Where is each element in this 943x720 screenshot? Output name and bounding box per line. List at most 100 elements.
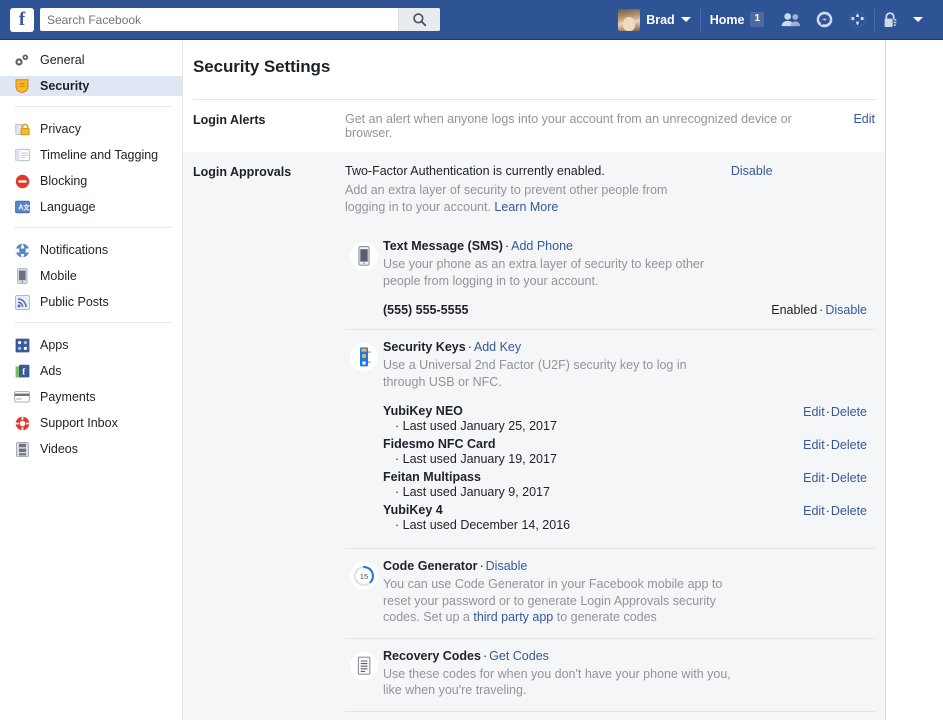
language-icon: A 文 — [14, 199, 30, 215]
sidebar-label-privacy: Privacy — [40, 122, 81, 136]
security-key-name: YubiKey 4 — [383, 503, 803, 517]
sidebar-label-timeline: Timeline and Tagging — [40, 148, 158, 162]
sms-disable-link[interactable]: Disable — [825, 303, 867, 317]
sidebar-label-payments: Payments — [40, 390, 96, 404]
code-generator-title-line: Code Generator·Disable — [383, 559, 867, 573]
security-key-edit-link[interactable]: Edit — [803, 504, 825, 518]
learn-more-link[interactable]: Learn More — [494, 200, 558, 214]
privacy-shortcuts-button[interactable] — [875, 0, 905, 40]
security-keys-title-line: Security Keys·Add Key — [383, 340, 867, 354]
sidebar-label-blocking: Blocking — [40, 174, 87, 188]
globe-icon — [14, 242, 30, 258]
security-keys-title: Security Keys — [383, 340, 466, 354]
search-box — [40, 8, 440, 31]
home-link[interactable]: Home 1 — [701, 0, 773, 40]
nav-right-cluster: Brad Home 1 — [609, 0, 943, 40]
sms-title-line: Text Message (SMS)·Add Phone — [383, 239, 867, 253]
sidebar-group-account: General Security — [0, 50, 182, 96]
sidebar-item-support-inbox[interactable]: Support Inbox — [0, 413, 182, 433]
recovery-codes-icon — [345, 649, 383, 699]
sidebar-item-notifications[interactable]: Notifications — [0, 240, 182, 260]
two-factor-status-line: Two-Factor Authentication is currently e… — [345, 164, 875, 178]
facebook-logo-icon[interactable]: f — [10, 8, 34, 32]
page-title: Security Settings — [183, 40, 885, 77]
sidebar-item-security[interactable]: Security — [0, 76, 182, 96]
messenger-icon — [816, 11, 833, 28]
login-alerts-edit-link[interactable]: Edit — [817, 112, 875, 140]
code-generator-separator: · — [479, 559, 483, 573]
apps-icon — [14, 337, 30, 353]
login-alerts-label: Login Alerts — [193, 112, 345, 140]
sms-phone-row: (555) 555-5555 Enabled·Disable — [383, 303, 867, 317]
two-factor-status-text: Two-Factor Authentication is currently e… — [345, 164, 605, 178]
security-key-edit-link[interactable]: Edit — [803, 471, 825, 485]
friend-requests-button[interactable] — [773, 0, 808, 40]
sidebar-label-support-inbox: Support Inbox — [40, 416, 118, 430]
security-key-actions: Edit·Delete — [803, 470, 867, 499]
lifebuoy-icon — [14, 415, 30, 431]
security-key-delete-link[interactable]: Delete — [831, 504, 867, 518]
sidebar-item-blocking[interactable]: Blocking — [0, 171, 182, 191]
recovery-codes-description: Use these codes for when you don't have … — [383, 666, 733, 699]
security-key-name: Fidesmo NFC Card — [383, 437, 803, 451]
sidebar-item-public-posts[interactable]: Public Posts — [0, 292, 182, 312]
security-key-row: YubiKey 4 · Last used December 14, 2016 … — [383, 503, 867, 532]
method-code-generator: 15 Code Generator·Disable You can use Co… — [345, 548, 875, 638]
sidebar-item-apps[interactable]: Apps — [0, 335, 182, 355]
third-party-app-link[interactable]: third party app — [473, 610, 553, 624]
sidebar-item-mobile[interactable]: Mobile — [0, 266, 182, 286]
messenger-button[interactable] — [808, 0, 841, 40]
login-approvals-footer: Close — [345, 712, 875, 720]
add-phone-link[interactable]: Add Phone — [511, 239, 573, 253]
sidebar-item-timeline-and-tagging[interactable]: Timeline and Tagging — [0, 145, 182, 165]
setting-row-login-alerts: Login Alerts Get an alert when anyone lo… — [183, 100, 885, 152]
recovery-codes-separator: · — [483, 649, 487, 663]
payments-card-icon — [14, 389, 30, 405]
add-key-link[interactable]: Add Key — [474, 340, 521, 354]
notifications-button[interactable] — [841, 0, 874, 40]
security-key-delete-link[interactable]: Delete — [831, 405, 867, 419]
search-input[interactable] — [40, 9, 385, 30]
privacy-lock-icon — [883, 12, 897, 28]
login-approvals-description: Add an extra layer of security to preven… — [345, 182, 705, 215]
sidebar-group-apps: Apps f Ads Payments — [0, 335, 182, 459]
setting-row-login-approvals: Login Approvals Two-Factor Authenticatio… — [183, 152, 885, 720]
code-generator-disable-link[interactable]: Disable — [486, 559, 528, 573]
right-gutter — [887, 40, 943, 720]
usb-security-key-icon — [345, 340, 383, 536]
svg-text:文: 文 — [22, 203, 30, 212]
search-button[interactable] — [398, 8, 440, 31]
security-keys-list: YubiKey NEO · Last used January 25, 2017… — [383, 404, 867, 532]
account-menu-button[interactable] — [905, 0, 931, 40]
sidebar-item-general[interactable]: General — [0, 50, 182, 70]
sidebar-item-language[interactable]: A 文 Language — [0, 197, 182, 217]
security-key-action-separator: · — [826, 471, 830, 485]
sidebar-item-ads[interactable]: f Ads — [0, 361, 182, 381]
security-key-name: Feitan Multipass — [383, 470, 803, 484]
timeline-icon — [14, 147, 30, 163]
ads-icon: f — [14, 363, 30, 379]
rss-icon — [14, 294, 30, 310]
get-codes-link[interactable]: Get Codes — [489, 649, 549, 663]
security-key-actions: Edit·Delete — [803, 503, 867, 532]
security-key-edit-link[interactable]: Edit — [803, 405, 825, 419]
sidebar-label-notifications: Notifications — [40, 243, 108, 257]
gear-icon — [14, 52, 30, 68]
recovery-codes-title: Recovery Codes — [383, 649, 481, 663]
security-key-delete-link[interactable]: Delete — [831, 471, 867, 485]
sidebar-label-mobile: Mobile — [40, 269, 77, 283]
profile-menu-button[interactable]: Brad — [609, 0, 699, 40]
sidebar-label-general: General — [40, 53, 84, 67]
profile-name: Brad — [646, 13, 674, 27]
code-generator-description: You can use Code Generator in your Faceb… — [383, 576, 733, 626]
sidebar-item-videos[interactable]: Videos — [0, 439, 182, 459]
block-icon — [14, 173, 30, 189]
two-factor-disable-link[interactable]: Disable — [731, 164, 773, 178]
sidebar-item-payments[interactable]: Payments — [0, 387, 182, 407]
security-key-edit-link[interactable]: Edit — [803, 438, 825, 452]
security-key-actions: Edit·Delete — [803, 437, 867, 466]
security-key-name: YubiKey NEO — [383, 404, 803, 418]
sms-enabled-text: Enabled — [771, 303, 817, 317]
security-key-delete-link[interactable]: Delete — [831, 438, 867, 452]
sidebar-item-privacy[interactable]: Privacy — [0, 119, 182, 139]
